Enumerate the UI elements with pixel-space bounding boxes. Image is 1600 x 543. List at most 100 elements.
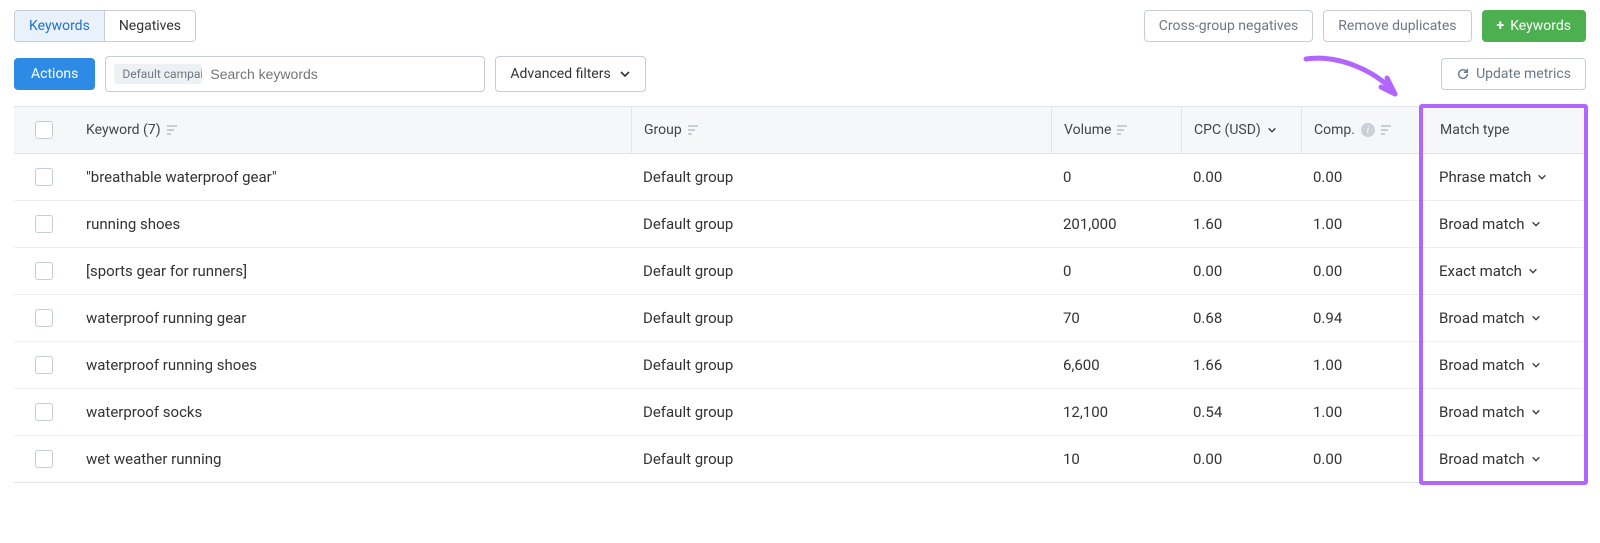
cell-keyword[interactable]: waterproof running gear [74, 295, 631, 341]
col-header-group-label: Group [644, 122, 682, 138]
sort-icon [1117, 125, 1129, 135]
sort-icon [1381, 125, 1393, 135]
match-type-value: Broad match [1439, 356, 1525, 374]
keywords-table: Keyword (7) Group Volume CPC (USD) Comp.… [14, 106, 1586, 483]
actions-button[interactable]: Actions [14, 58, 95, 90]
cell-comp: 1.00 [1301, 389, 1421, 435]
tab-keywords[interactable]: Keywords [15, 11, 104, 41]
cell-cpc: 0.00 [1181, 436, 1301, 482]
row-checkbox[interactable] [35, 403, 53, 421]
update-metrics-label: Update metrics [1476, 66, 1571, 82]
table-row: waterproof running shoes Default group 6… [14, 342, 1586, 389]
match-type-select[interactable]: Exact match [1439, 262, 1538, 280]
select-all-cell[interactable] [14, 107, 74, 153]
match-type-select[interactable]: Phrase match [1439, 168, 1547, 186]
chevron-down-icon [1531, 454, 1541, 464]
search-keywords-field[interactable]: Default campaign [105, 56, 485, 92]
add-keywords-label: Keywords [1510, 18, 1571, 34]
match-type-select[interactable]: Broad match [1439, 356, 1541, 374]
cell-volume: 6,600 [1051, 342, 1181, 388]
match-type-value: Broad match [1439, 215, 1525, 233]
sort-icon [688, 125, 700, 135]
match-type-value: Phrase match [1439, 168, 1531, 186]
match-type-select[interactable]: Broad match [1439, 450, 1541, 468]
cell-comp: 0.00 [1301, 248, 1421, 294]
cell-group[interactable]: Default group [631, 295, 1051, 341]
cell-group[interactable]: Default group [631, 436, 1051, 482]
match-type-value: Broad match [1439, 450, 1525, 468]
row-checkbox[interactable] [35, 262, 53, 280]
cell-group[interactable]: Default group [631, 248, 1051, 294]
match-type-value: Broad match [1439, 403, 1525, 421]
col-header-volume-label: Volume [1064, 122, 1111, 138]
cell-group[interactable]: Default group [631, 342, 1051, 388]
chevron-down-icon [1531, 219, 1541, 229]
cell-group[interactable]: Default group [631, 389, 1051, 435]
row-checkbox[interactable] [35, 356, 53, 374]
match-type-value: Broad match [1439, 309, 1525, 327]
cell-keyword[interactable]: running shoes [74, 201, 631, 247]
cell-group[interactable]: Default group [631, 201, 1051, 247]
col-header-comp-label: Comp. [1314, 122, 1355, 138]
cell-cpc: 0.68 [1181, 295, 1301, 341]
match-type-select[interactable]: Broad match [1439, 309, 1541, 327]
cell-group[interactable]: Default group [631, 154, 1051, 200]
info-icon[interactable]: i [1361, 123, 1375, 137]
cross-group-negatives-button[interactable]: Cross-group negatives [1144, 10, 1314, 42]
update-metrics-button[interactable]: Update metrics [1441, 58, 1586, 90]
cell-volume: 0 [1051, 154, 1181, 200]
table-row: waterproof socks Default group 12,100 0.… [14, 389, 1586, 436]
col-header-keyword[interactable]: Keyword (7) [74, 107, 631, 153]
match-type-select[interactable]: Broad match [1439, 403, 1541, 421]
cell-keyword[interactable]: waterproof socks [74, 389, 631, 435]
table-row: wet weather running Default group 10 0.0… [14, 436, 1586, 482]
chevron-down-icon [1531, 360, 1541, 370]
search-input[interactable] [202, 66, 484, 82]
table-row: running shoes Default group 201,000 1.60… [14, 201, 1586, 248]
row-checkbox[interactable] [35, 450, 53, 468]
cell-cpc: 1.60 [1181, 201, 1301, 247]
col-header-cpc-label: CPC (USD) [1194, 122, 1261, 138]
col-header-volume[interactable]: Volume [1051, 107, 1181, 153]
row-checkbox[interactable] [35, 309, 53, 327]
chevron-down-icon [1528, 266, 1538, 276]
table-row: [sports gear for runners] Default group … [14, 248, 1586, 295]
cell-volume: 201,000 [1051, 201, 1181, 247]
select-all-checkbox[interactable] [35, 121, 53, 139]
cell-comp: 1.00 [1301, 342, 1421, 388]
chevron-down-icon [1531, 407, 1541, 417]
row-checkbox[interactable] [35, 168, 53, 186]
cell-keyword[interactable]: wet weather running [74, 436, 631, 482]
cell-keyword[interactable]: "breathable waterproof gear" [74, 154, 631, 200]
cell-comp: 0.00 [1301, 436, 1421, 482]
cell-volume: 12,100 [1051, 389, 1181, 435]
row-checkbox[interactable] [35, 215, 53, 233]
cell-cpc: 1.66 [1181, 342, 1301, 388]
chevron-down-icon [1531, 313, 1541, 323]
advanced-filters-label: Advanced filters [510, 66, 610, 82]
advanced-filters-button[interactable]: Advanced filters [495, 56, 645, 92]
col-header-cpc[interactable]: CPC (USD) [1181, 107, 1301, 153]
sort-icon [167, 125, 179, 135]
search-scope-chip[interactable]: Default campaign [114, 64, 202, 84]
cell-keyword[interactable]: waterproof running shoes [74, 342, 631, 388]
cell-cpc: 0.54 [1181, 389, 1301, 435]
tab-negatives[interactable]: Negatives [104, 11, 195, 41]
col-header-group[interactable]: Group [631, 107, 1051, 153]
col-header-match-type[interactable]: Match type [1421, 107, 1586, 153]
cell-volume: 10 [1051, 436, 1181, 482]
table-header-row: Keyword (7) Group Volume CPC (USD) Comp.… [14, 107, 1586, 154]
plus-icon: + [1497, 18, 1505, 34]
keywords-negatives-tabs[interactable]: Keywords Negatives [14, 10, 196, 42]
match-type-select[interactable]: Broad match [1439, 215, 1541, 233]
cell-comp: 0.94 [1301, 295, 1421, 341]
table-row: waterproof running gear Default group 70… [14, 295, 1586, 342]
cell-cpc: 0.00 [1181, 248, 1301, 294]
chevron-down-icon [1537, 172, 1547, 182]
add-keywords-button[interactable]: + Keywords [1482, 10, 1586, 42]
cell-keyword[interactable]: [sports gear for runners] [74, 248, 631, 294]
table-row: "breathable waterproof gear" Default gro… [14, 154, 1586, 201]
remove-duplicates-button[interactable]: Remove duplicates [1323, 10, 1471, 42]
col-header-comp[interactable]: Comp. i [1301, 107, 1421, 153]
cell-volume: 0 [1051, 248, 1181, 294]
